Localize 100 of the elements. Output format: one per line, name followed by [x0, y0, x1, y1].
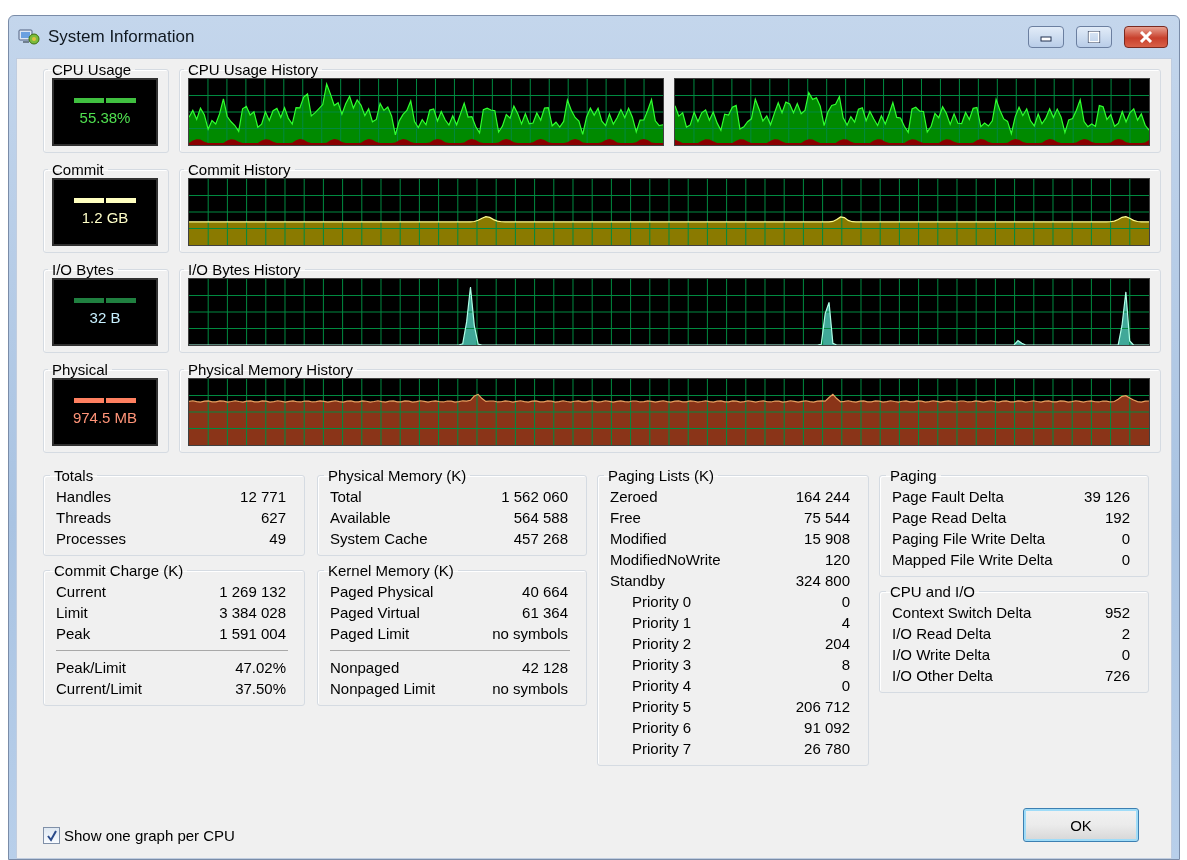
stat-value: 49	[268, 530, 286, 547]
stat-value: 91 092	[803, 719, 850, 736]
stat-value: 457 268	[512, 530, 568, 547]
group-title: Commit History	[187, 161, 292, 178]
meter-bar-icon	[74, 298, 136, 303]
stat-label: Nonpaged	[330, 659, 401, 676]
ok-button[interactable]: OK	[1023, 808, 1139, 842]
meter-bar-icon	[74, 398, 136, 403]
stat-value: 726	[1104, 667, 1130, 684]
stat-label: Current	[56, 583, 108, 600]
close-button[interactable]	[1124, 26, 1168, 48]
stat-label: System Cache	[330, 530, 429, 547]
stat-label: ModifiedNoWrite	[610, 551, 722, 568]
maximize-button[interactable]	[1076, 26, 1112, 48]
stat-value: 324 800	[795, 572, 850, 589]
stat-label: Priority 2	[631, 635, 693, 652]
stat-label: Paged Virtual	[330, 604, 421, 621]
stat-label: Current/Limit	[56, 680, 143, 697]
stat-value: 1 562 060	[501, 488, 568, 505]
stat-value: 3 384 028	[219, 604, 286, 621]
stat-value: 2	[1120, 625, 1130, 642]
stat-label: Page Fault Delta	[892, 488, 1005, 505]
checkbox[interactable]	[43, 827, 60, 844]
stat-label: Threads	[56, 509, 113, 526]
stat-value: 75 544	[803, 509, 850, 526]
stat-value: 564 588	[512, 509, 568, 526]
stat-label: Priority 6	[631, 719, 693, 736]
checkmark-icon	[45, 829, 58, 842]
group-title: Totals	[53, 467, 95, 484]
close-icon	[1138, 31, 1154, 43]
stat-label: Mapped File Write Delta	[892, 551, 1054, 568]
stat-value: 8	[840, 656, 850, 673]
group-title: Commit	[51, 161, 105, 178]
stat-value: 37.50%	[235, 680, 286, 697]
stat-label: Peak	[56, 625, 92, 642]
window-title: System Information	[48, 27, 196, 47]
stat-value: 192	[1103, 509, 1130, 526]
stat-label: Priority 3	[631, 656, 693, 673]
group-title: CPU Usage History	[187, 61, 320, 78]
group-title: I/O Bytes History	[187, 261, 302, 278]
group-title: Paging	[889, 467, 938, 484]
group-title: Commit Charge (K)	[53, 562, 185, 579]
group-title: Physical	[51, 361, 109, 378]
stat-value: 1 591 004	[219, 625, 286, 642]
stat-value: 47.02%	[235, 659, 286, 676]
stat-value: 42 128	[521, 659, 568, 676]
minimize-button[interactable]	[1028, 26, 1064, 48]
stat-value: 627	[259, 509, 286, 526]
group-title: CPU Usage	[51, 61, 133, 78]
group-title: Physical Memory History	[187, 361, 355, 378]
stat-label: Modified	[610, 530, 668, 547]
stat-label: Priority 4	[631, 677, 693, 694]
stat-value: 164 244	[795, 488, 850, 505]
stat-value: no symbols	[492, 680, 568, 697]
stat-value: 4	[840, 614, 850, 631]
group-title: Kernel Memory (K)	[327, 562, 455, 579]
stat-value: 120	[823, 551, 850, 568]
stat-label: I/O Read Delta	[892, 625, 993, 642]
stat-label: Priority 0	[631, 593, 693, 610]
stat-label: Paged Limit	[330, 625, 411, 642]
meter-bar-icon	[74, 198, 136, 203]
stat-value: no symbols	[492, 625, 568, 642]
stat-label: Zeroed	[610, 488, 659, 505]
stat-value: 0	[840, 593, 850, 610]
stat-label: Priority 5	[631, 698, 693, 715]
stat-value: 0	[1120, 551, 1130, 568]
stat-value: 39 126	[1084, 488, 1130, 505]
checkbox-label: Show one graph per CPU	[64, 827, 235, 844]
group-title: Paging Lists (K)	[607, 467, 715, 484]
stat-value: 0	[1120, 646, 1130, 663]
stat-value: 1 269 132	[219, 583, 286, 600]
stat-value: 26 780	[803, 740, 850, 757]
stat-label: Nonpaged Limit	[330, 680, 437, 697]
stat-label: Priority 1	[631, 614, 693, 631]
stat-value: 0	[1120, 530, 1130, 547]
stat-label: Standby	[610, 572, 667, 589]
stat-label: I/O Other Delta	[892, 667, 994, 684]
group-title: CPU and I/O	[889, 583, 977, 600]
stat-label: I/O Write Delta	[892, 646, 992, 663]
group-title: Physical Memory (K)	[327, 467, 468, 484]
stat-label: Processes	[56, 530, 128, 547]
stat-value: 952	[1104, 604, 1130, 621]
stat-label: Context Switch Delta	[892, 604, 1033, 621]
stat-value: 61 364	[521, 604, 568, 621]
stat-value: 12 771	[240, 488, 286, 505]
stat-value: 206 712	[795, 698, 850, 715]
stat-value: 15 908	[803, 530, 850, 547]
stat-label: Limit	[56, 604, 89, 621]
meter-reading: 1.2 GB	[81, 209, 129, 226]
meter-reading: 32 B	[89, 309, 121, 326]
stat-label: Priority 7	[631, 740, 693, 757]
meter-reading: 55.38%	[79, 109, 131, 126]
stat-label: Free	[610, 509, 642, 526]
stat-label: Handles	[56, 488, 113, 505]
computer-icon	[18, 27, 40, 47]
maximize-icon	[1087, 31, 1101, 43]
stat-label: Page Read Delta	[892, 509, 1008, 526]
meter-reading: 974.5 MB	[72, 409, 138, 426]
stat-value: 0	[840, 677, 850, 694]
stat-label: Total	[330, 488, 363, 505]
